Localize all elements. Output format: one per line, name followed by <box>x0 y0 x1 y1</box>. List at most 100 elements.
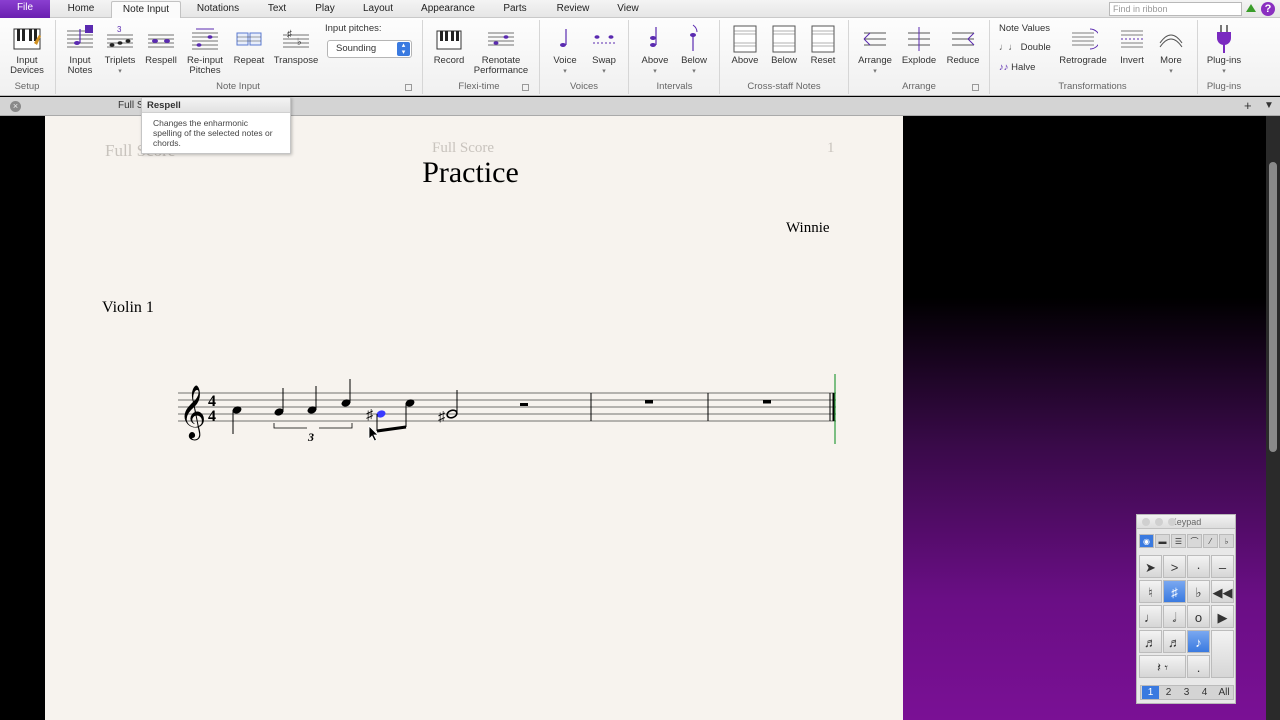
keypad-flat-icon[interactable]: ♭ <box>1187 580 1210 603</box>
cross-staff-reset-button[interactable]: Reset <box>804 20 842 86</box>
keypad-slash-icon[interactable]: ⁄ <box>1203 534 1218 548</box>
keypad-close-icon[interactable] <box>1142 518 1150 526</box>
cross-staff-above-button[interactable]: Above <box>726 20 764 86</box>
beam[interactable] <box>376 425 407 433</box>
arrange-button[interactable]: Arrange ▾ <box>855 20 895 86</box>
document-tab-full-score[interactable]: Full S <box>118 100 144 111</box>
more-dropdown-icon[interactable]: ▾ <box>1152 67 1190 75</box>
input-pitches-select[interactable]: Sounding ▴ ▾ <box>327 40 412 58</box>
keypad-eighth-note-icon[interactable]: ♪ <box>1187 630 1210 653</box>
input-devices-button[interactable]: Input Devices <box>4 20 50 86</box>
halve-button[interactable]: ♪♪ Halve <box>999 62 1035 73</box>
keypad-panel[interactable]: Keypad ◉ ▬ ☰ ⌒ ⁄ ♭ ➤ > · – ♮ ♯ ♭ ◀◀ ♩ 𝅗𝅥… <box>1136 514 1236 704</box>
input-notes-button[interactable]: Input Notes <box>62 20 98 86</box>
keypad-32nd-note-icon[interactable]: ♬ <box>1139 630 1162 653</box>
keypad-layout-1[interactable]: 1 <box>1142 686 1159 699</box>
keypad-select-arrow-icon[interactable]: ➤ <box>1139 555 1162 578</box>
keypad-beam-icon[interactable]: ☰ <box>1171 534 1186 548</box>
keypad-rest-key-icon[interactable]: 𝄽 𝄾 <box>1139 655 1186 678</box>
repeat-button[interactable]: Repeat <box>230 20 268 86</box>
keypad-rewind-icon[interactable]: ◀◀ <box>1211 580 1234 603</box>
flexi-time-dialog-launcher-icon[interactable] <box>522 84 529 91</box>
triplets-button[interactable]: 3 Triplets ▾ <box>101 20 139 86</box>
keypad-staccato-icon[interactable]: · <box>1187 555 1210 578</box>
close-document-icon[interactable]: × <box>10 101 21 112</box>
interval-below-button[interactable]: Below ▾ <box>675 20 713 86</box>
tab-notations[interactable]: Notations <box>189 1 247 18</box>
sharp-accidental[interactable]: ♯ <box>438 408 446 424</box>
triplets-dropdown-icon[interactable]: ▾ <box>101 67 139 75</box>
explode-button[interactable]: Explode <box>899 20 939 86</box>
swap-dropdown-icon[interactable]: ▾ <box>586 67 622 75</box>
note[interactable] <box>405 398 416 427</box>
scrollbar-thumb[interactable] <box>1269 162 1277 452</box>
double-button[interactable]: ♩♩ Double <box>999 42 1051 53</box>
keypad-layout-3[interactable]: 3 <box>1178 686 1195 699</box>
sharp-accidental[interactable]: ♯ <box>366 406 374 422</box>
plugins-dropdown-icon[interactable]: ▾ <box>1202 67 1246 75</box>
keypad-tenuto-icon[interactable]: – <box>1211 555 1234 578</box>
arrange-dropdown-icon[interactable]: ▾ <box>855 67 895 75</box>
keypad-minimize-icon[interactable] <box>1155 518 1163 526</box>
renotate-performance-button[interactable]: Renotate Performance <box>472 20 530 86</box>
reinput-pitches-button[interactable]: Re-input Pitches <box>183 20 227 86</box>
keypad-accent-icon[interactable]: > <box>1163 555 1186 578</box>
keypad-zoom-icon[interactable] <box>1168 518 1176 526</box>
keypad-sharp-icon[interactable]: ♯ <box>1163 580 1186 603</box>
keypad-16th-note-icon[interactable]: ♬ <box>1163 630 1186 653</box>
keypad-layout-all[interactable]: All <box>1214 686 1234 699</box>
tab-file[interactable]: File <box>0 0 50 18</box>
tab-parts[interactable]: Parts <box>496 1 534 18</box>
note[interactable] <box>232 405 243 434</box>
keypad-tie-key-icon[interactable] <box>1211 630 1234 678</box>
keypad-quarter-note-icon[interactable]: ♩ <box>1139 605 1162 628</box>
keypad-dot-icon[interactable]: . <box>1187 655 1210 678</box>
tab-play[interactable]: Play <box>308 1 342 18</box>
keypad-title-bar[interactable]: Keypad <box>1137 515 1235 529</box>
tab-text[interactable]: Text <box>261 1 293 18</box>
tab-layout[interactable]: Layout <box>355 1 401 18</box>
find-in-ribbon-input[interactable]: Find in ribbon <box>1109 2 1242 16</box>
interval-below-dropdown-icon[interactable]: ▾ <box>675 67 713 75</box>
minimize-ribbon-icon[interactable] <box>1246 4 1256 12</box>
swap-button[interactable]: Swap ▾ <box>586 20 622 86</box>
keypad-layout-4[interactable]: 4 <box>1196 686 1213 699</box>
tab-note-input[interactable]: Note Input <box>111 1 181 18</box>
note[interactable] <box>274 388 285 417</box>
interval-above-button[interactable]: Above ▾ <box>636 20 674 86</box>
keypad-natural-icon[interactable]: ♮ <box>1139 580 1162 603</box>
reduce-button[interactable]: Reduce <box>943 20 983 86</box>
half-note[interactable] <box>446 390 458 419</box>
keypad-whole-note-icon[interactable]: o <box>1187 605 1210 628</box>
triplet-bracket[interactable]: 3 <box>273 423 353 444</box>
score-title[interactable]: Practice <box>45 156 896 190</box>
vertical-scrollbar[interactable] <box>1266 116 1280 720</box>
interval-above-dropdown-icon[interactable]: ▾ <box>636 67 674 75</box>
respell-button[interactable]: Respell <box>143 20 179 86</box>
voice-button[interactable]: Voice ▾ <box>546 20 584 86</box>
tab-appearance[interactable]: Appearance <box>415 1 481 18</box>
keypad-tie-icon[interactable]: ⌒ <box>1187 534 1202 548</box>
keypad-layout-2[interactable]: 2 <box>1160 686 1177 699</box>
tab-home[interactable]: Home <box>60 1 102 18</box>
keypad-play-icon[interactable]: ▶ <box>1211 605 1234 628</box>
cross-staff-below-button[interactable]: Below <box>765 20 803 86</box>
add-tab-icon[interactable]: + <box>1244 98 1252 113</box>
keypad-rest-icon[interactable]: ▬ <box>1155 534 1170 548</box>
more-transformations-button[interactable]: More ▾ <box>1152 20 1190 86</box>
voice-dropdown-icon[interactable]: ▾ <box>546 67 584 75</box>
transpose-button[interactable]: ♯ ♭ Transpose <box>270 20 322 86</box>
whole-rest[interactable] <box>763 400 771 404</box>
tab-review[interactable]: Review <box>549 1 597 18</box>
plugins-button[interactable]: Plug-ins ▾ <box>1202 20 1246 86</box>
score-page[interactable]: Full Score Full Score 1 Practice Winnie … <box>45 116 903 720</box>
keypad-accidentals-icon[interactable]: ♭ <box>1219 534 1234 548</box>
time-signature[interactable]: 4 4 <box>208 393 216 425</box>
note-input-dialog-launcher-icon[interactable] <box>405 84 412 91</box>
keypad-half-note-icon[interactable]: 𝅗𝅥 <box>1163 605 1186 628</box>
tab-view[interactable]: View <box>610 1 646 18</box>
help-icon[interactable]: ? <box>1261 2 1275 16</box>
arrange-dialog-launcher-icon[interactable] <box>972 84 979 91</box>
whole-rest[interactable] <box>645 400 653 404</box>
retrograde-button[interactable]: Retrograde <box>1056 20 1110 86</box>
